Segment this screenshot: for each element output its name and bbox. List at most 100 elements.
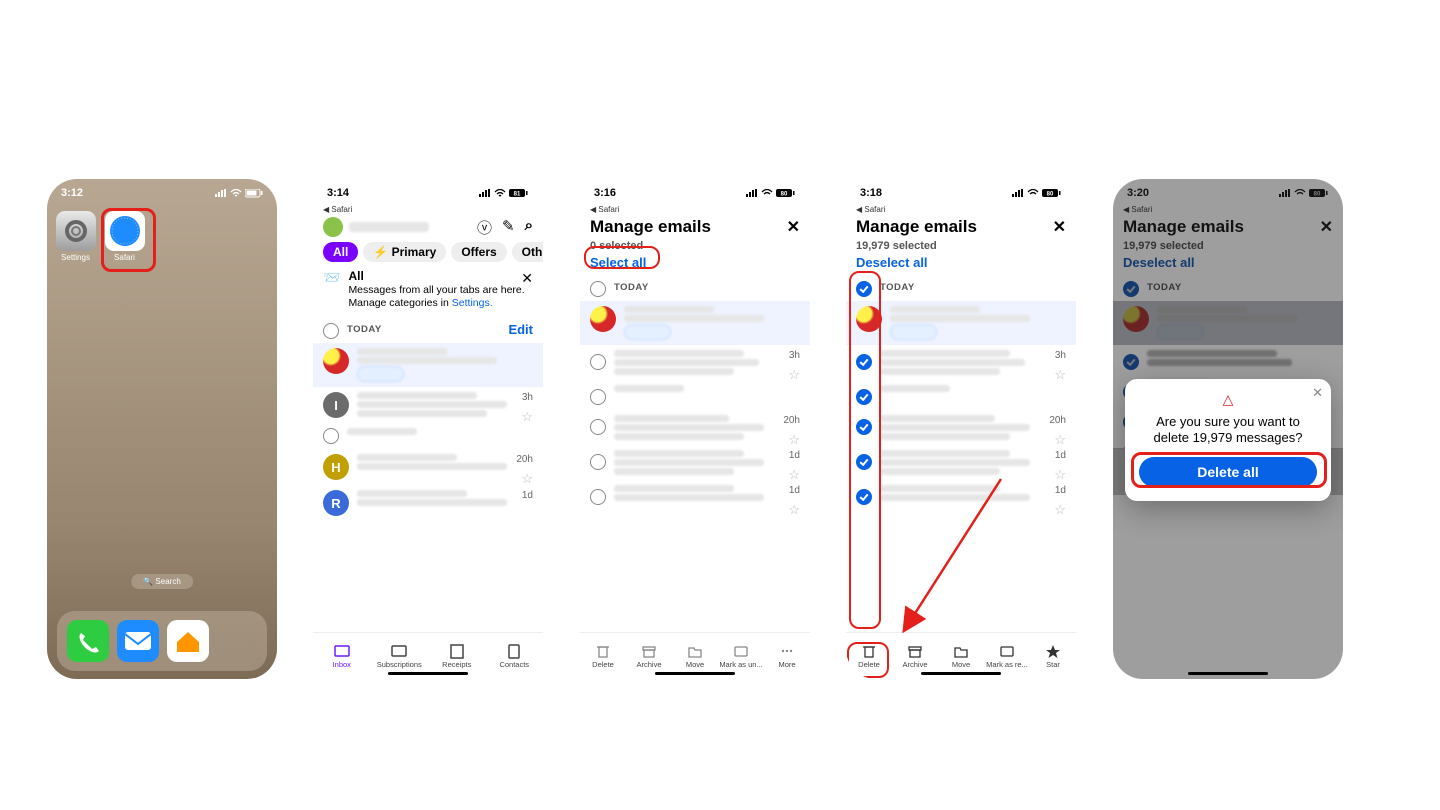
row-check[interactable] bbox=[323, 428, 339, 444]
action-delete[interactable]: Delete bbox=[580, 633, 626, 679]
page-title: Manage emails bbox=[590, 217, 711, 237]
phone-confirm: 3:20 80 ◀ Safari Manage emails✕ 19,979 s… bbox=[1113, 179, 1343, 679]
gear-icon bbox=[63, 218, 89, 244]
clock: 3:14 bbox=[327, 187, 349, 199]
settings-link[interactable]: Settings. bbox=[452, 297, 493, 309]
highlight-delete-all bbox=[1131, 452, 1327, 488]
email-row[interactable]: 20h☆ bbox=[580, 410, 810, 445]
email-row[interactable]: 1d☆ bbox=[580, 480, 810, 510]
cell-icon bbox=[479, 189, 491, 197]
section-label: TODAY bbox=[347, 324, 382, 335]
avatar bbox=[590, 306, 616, 332]
email-row[interactable]: 3h☆ bbox=[580, 345, 810, 380]
avatar: H bbox=[323, 454, 349, 480]
time-label: 20h bbox=[516, 454, 533, 465]
tab-other[interactable]: Oth bbox=[512, 242, 543, 262]
action-star[interactable]: Star bbox=[1030, 633, 1076, 679]
app-settings[interactable]: Settings bbox=[53, 211, 98, 262]
avatar[interactable] bbox=[323, 217, 343, 237]
email-row[interactable]: R 1d bbox=[313, 485, 543, 521]
edit-button[interactable]: Edit bbox=[508, 322, 533, 337]
avatar: I bbox=[323, 392, 349, 418]
modal-message: Are you sure you want to delete 19,979 m… bbox=[1139, 414, 1317, 447]
wifi-icon bbox=[230, 189, 242, 197]
info-banner: 📨 AllMessages from all your tabs are her… bbox=[313, 264, 543, 315]
inbox-header: ⓥ ✎ ⌕ bbox=[313, 214, 543, 240]
spotlight-search[interactable]: 🔍 Search bbox=[131, 574, 193, 589]
compose-icon[interactable]: ✎ bbox=[502, 217, 515, 238]
email-row[interactable] bbox=[580, 301, 810, 345]
clock: 3:18 bbox=[860, 187, 882, 199]
svg-text:80: 80 bbox=[781, 191, 788, 197]
section-today: TODAY Edit bbox=[313, 315, 543, 343]
tray-icon: 📨 bbox=[323, 269, 340, 310]
home-indicator bbox=[655, 672, 735, 675]
warning-icon: △ bbox=[1139, 391, 1317, 408]
selected-count: 19,979 selected bbox=[846, 240, 1076, 252]
nav-inbox[interactable]: Inbox bbox=[313, 633, 371, 679]
phone-inbox: 3:14 81 ◀ Safari ⓥ ✎ ⌕ All ⚡ Primary Off… bbox=[313, 179, 543, 679]
email-row[interactable] bbox=[580, 380, 810, 410]
home-indicator bbox=[1188, 672, 1268, 675]
nav-contacts[interactable]: Contacts bbox=[486, 633, 544, 679]
row-check[interactable] bbox=[590, 454, 606, 470]
select-all-circle[interactable] bbox=[323, 323, 339, 339]
dock-home[interactable] bbox=[167, 620, 209, 662]
avatar: R bbox=[323, 490, 349, 516]
highlight-safari bbox=[101, 208, 156, 272]
email-row[interactable] bbox=[313, 423, 543, 449]
row-check[interactable] bbox=[590, 419, 606, 435]
page-title: Manage emails bbox=[856, 217, 977, 237]
arrow-to-delete bbox=[891, 469, 1011, 649]
back-safari[interactable]: ◀ Safari bbox=[313, 205, 543, 214]
svg-text:81: 81 bbox=[514, 191, 521, 197]
clock: 3:12 bbox=[61, 187, 83, 199]
avatar bbox=[323, 348, 349, 374]
row-check[interactable] bbox=[590, 354, 606, 370]
dock bbox=[57, 611, 267, 671]
search-icon[interactable]: ⌕ bbox=[525, 217, 533, 238]
status-bar: 3:18 80 bbox=[846, 179, 1076, 207]
dock-mail[interactable] bbox=[117, 620, 159, 662]
back-safari[interactable]: ◀ Safari bbox=[580, 205, 810, 214]
star-icon[interactable]: ☆ bbox=[788, 502, 800, 518]
tab-primary[interactable]: ⚡ Primary bbox=[363, 242, 446, 262]
highlight-select-all bbox=[584, 246, 660, 269]
battery-icon: 81 bbox=[509, 189, 529, 198]
svg-text:80: 80 bbox=[1047, 191, 1054, 197]
deselect-all-button[interactable]: Deselect all bbox=[846, 252, 938, 273]
action-more[interactable]: More bbox=[764, 633, 810, 679]
phone-delete: 3:18 80 ◀ Safari Manage emails ✕ 19,979 s… bbox=[846, 179, 1076, 679]
phone-select: 3:16 80 ◀ Safari Manage emails✕ 0 select… bbox=[580, 179, 810, 679]
email-row[interactable] bbox=[313, 343, 543, 387]
email-row[interactable]: I 3h☆ bbox=[313, 387, 543, 423]
close-icon[interactable]: ✕ bbox=[1053, 217, 1066, 237]
app-label: Settings bbox=[61, 253, 90, 262]
back-safari[interactable]: ◀ Safari bbox=[846, 205, 1076, 214]
clock: 3:16 bbox=[594, 187, 616, 199]
time-label: 1d bbox=[522, 490, 533, 501]
status-bar: 3:12 bbox=[47, 179, 277, 207]
modal-close-icon[interactable]: ✕ bbox=[1312, 385, 1323, 401]
highlight-checks bbox=[849, 271, 881, 629]
home-indicator bbox=[921, 672, 1001, 675]
email-list: I 3h☆ H 20h☆ R 1d bbox=[313, 343, 543, 521]
status-bar: 3:14 81 bbox=[313, 179, 543, 207]
tab-all[interactable]: All bbox=[323, 242, 358, 262]
dock-phone[interactable] bbox=[67, 620, 109, 662]
email-row[interactable]: H 20h☆ bbox=[313, 449, 543, 485]
highlight-delete bbox=[847, 642, 889, 678]
tab-offers[interactable]: Offers bbox=[451, 242, 506, 262]
row-check[interactable] bbox=[590, 489, 606, 505]
close-icon[interactable]: ✕ bbox=[787, 217, 800, 237]
cell-icon bbox=[215, 189, 227, 197]
account-blur bbox=[349, 222, 429, 232]
email-row[interactable]: 1d☆ bbox=[580, 445, 810, 480]
row-check[interactable] bbox=[590, 389, 606, 405]
close-icon[interactable]: ✕ bbox=[521, 270, 533, 288]
battery-icon bbox=[245, 189, 263, 198]
help-icon[interactable]: ⓥ bbox=[477, 217, 492, 238]
select-today[interactable] bbox=[590, 281, 606, 297]
time-label: 3h bbox=[522, 392, 533, 403]
phone-home: 3:12 Settings Safari 🔍 Search bbox=[47, 179, 277, 679]
